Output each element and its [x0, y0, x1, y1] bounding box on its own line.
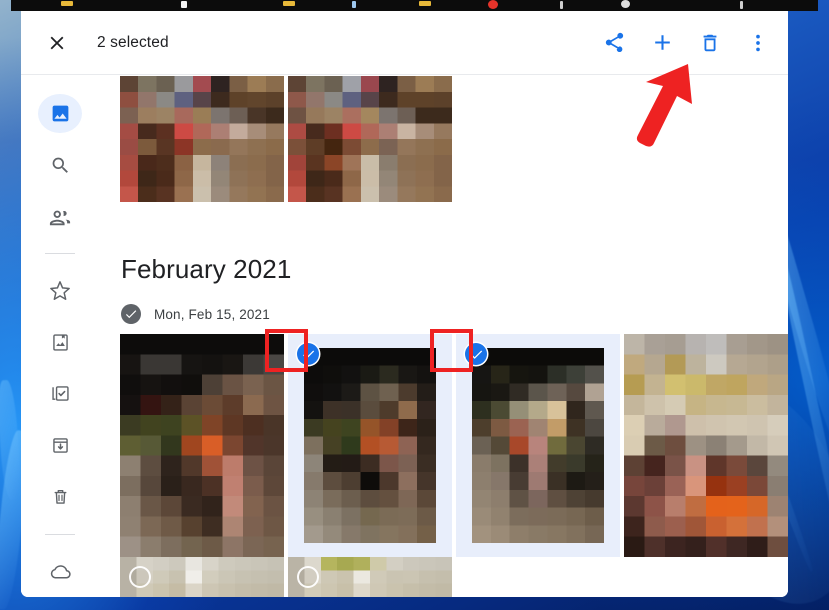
photo-checkbox-unselected[interactable] [297, 566, 319, 588]
sidebar-divider [45, 533, 75, 535]
day-heading: Mon, Feb 15, 2021 [154, 306, 270, 322]
sidebar-rail [21, 76, 99, 597]
close-icon [50, 36, 64, 49]
cloud-icon [50, 565, 71, 579]
sidebar-item-favorites[interactable] [38, 271, 82, 310]
photo-image [120, 76, 284, 202]
photo-row [120, 334, 788, 557]
photo-image [304, 348, 436, 543]
tab-favicon[interactable] [283, 1, 295, 6]
browser-window: 2 selected February 2021 Mon, Feb 15, 20… [21, 11, 788, 597]
selection-count-label: 2 selected [97, 33, 169, 51]
tab-favicon[interactable] [621, 0, 630, 8]
photo-row-partial-bottom [120, 557, 452, 597]
photo-checkbox-unselected[interactable] [129, 566, 151, 588]
photo-thumbnail-2[interactable] [288, 334, 452, 557]
sidebar-item-sharing[interactable] [38, 197, 82, 236]
photo-row-partial-top [120, 76, 452, 202]
photo-image [288, 76, 452, 202]
close-selection-button[interactable] [35, 21, 79, 65]
sidebar-item-photos[interactable] [38, 94, 82, 134]
delete-button[interactable] [688, 21, 732, 65]
select-day-checkbox[interactable] [121, 304, 141, 324]
trash-outline-icon [54, 490, 66, 505]
sidebar-item-trash[interactable] [38, 477, 82, 516]
plus-icon [654, 35, 670, 50]
tab-favicon[interactable] [181, 1, 187, 8]
check-icon [302, 350, 314, 359]
sharing-icon [49, 210, 71, 225]
trash-icon [703, 34, 717, 51]
photo-thumbnail-top-2[interactable] [288, 76, 452, 202]
album-icon [52, 334, 68, 351]
photo-image-wrap [120, 334, 284, 557]
month-heading: February 2021 [121, 254, 292, 284]
photo-checkbox-selected[interactable] [297, 343, 319, 365]
photo-image-wrap [304, 348, 436, 543]
tab-favicon[interactable] [560, 1, 563, 9]
screen: 2 selected February 2021 Mon, Feb 15, 20… [0, 0, 829, 610]
photos-icon [52, 105, 68, 122]
photo-thumbnail-top-1[interactable] [120, 76, 284, 202]
day-header-row: Mon, Feb 15, 2021 [121, 304, 270, 324]
photo-thumbnail-bottom-1[interactable] [120, 557, 284, 597]
photo-image [624, 334, 788, 557]
check-icon [125, 310, 137, 319]
archive-icon [52, 438, 68, 453]
more-options-button[interactable] [736, 21, 780, 65]
share-icon [605, 32, 623, 53]
search-icon [52, 157, 68, 173]
tab-favicon[interactable] [419, 1, 431, 6]
tab-favicon[interactable] [488, 0, 498, 9]
share-button[interactable] [592, 21, 636, 65]
photo-checkbox-selected[interactable] [465, 343, 487, 365]
sidebar-item-archive[interactable] [38, 426, 82, 465]
more-vertical-icon [756, 34, 760, 51]
sidebar-item-albums[interactable] [38, 323, 82, 362]
sidebar-item-utilities[interactable] [38, 374, 82, 413]
photo-image-wrap [472, 348, 604, 543]
photo-image [472, 348, 604, 543]
utilities-icon [51, 386, 69, 402]
check-icon [470, 350, 482, 359]
add-to-button[interactable] [640, 21, 684, 65]
tab-favicon[interactable] [740, 1, 743, 9]
sidebar-item-search[interactable] [38, 145, 82, 184]
photo-thumbnail-4[interactable] [624, 334, 788, 557]
tab-favicon[interactable] [352, 1, 356, 8]
photo-image [120, 334, 284, 557]
appbar-actions [592, 21, 780, 65]
sidebar-item-storage[interactable] [38, 552, 82, 591]
star-icon [50, 281, 70, 301]
selection-appbar: 2 selected [21, 11, 788, 75]
photo-thumbnail-bottom-2[interactable] [288, 557, 452, 597]
photo-thumbnail-1[interactable] [120, 334, 284, 557]
photo-thumbnail-3[interactable] [456, 334, 620, 557]
browser-tab-strip[interactable] [11, 0, 818, 11]
photo-image-wrap [624, 334, 788, 557]
tab-favicon[interactable] [61, 1, 73, 6]
sidebar-divider [45, 253, 75, 255]
photo-grid-content: February 2021 Mon, Feb 15, 2021 [99, 76, 788, 597]
